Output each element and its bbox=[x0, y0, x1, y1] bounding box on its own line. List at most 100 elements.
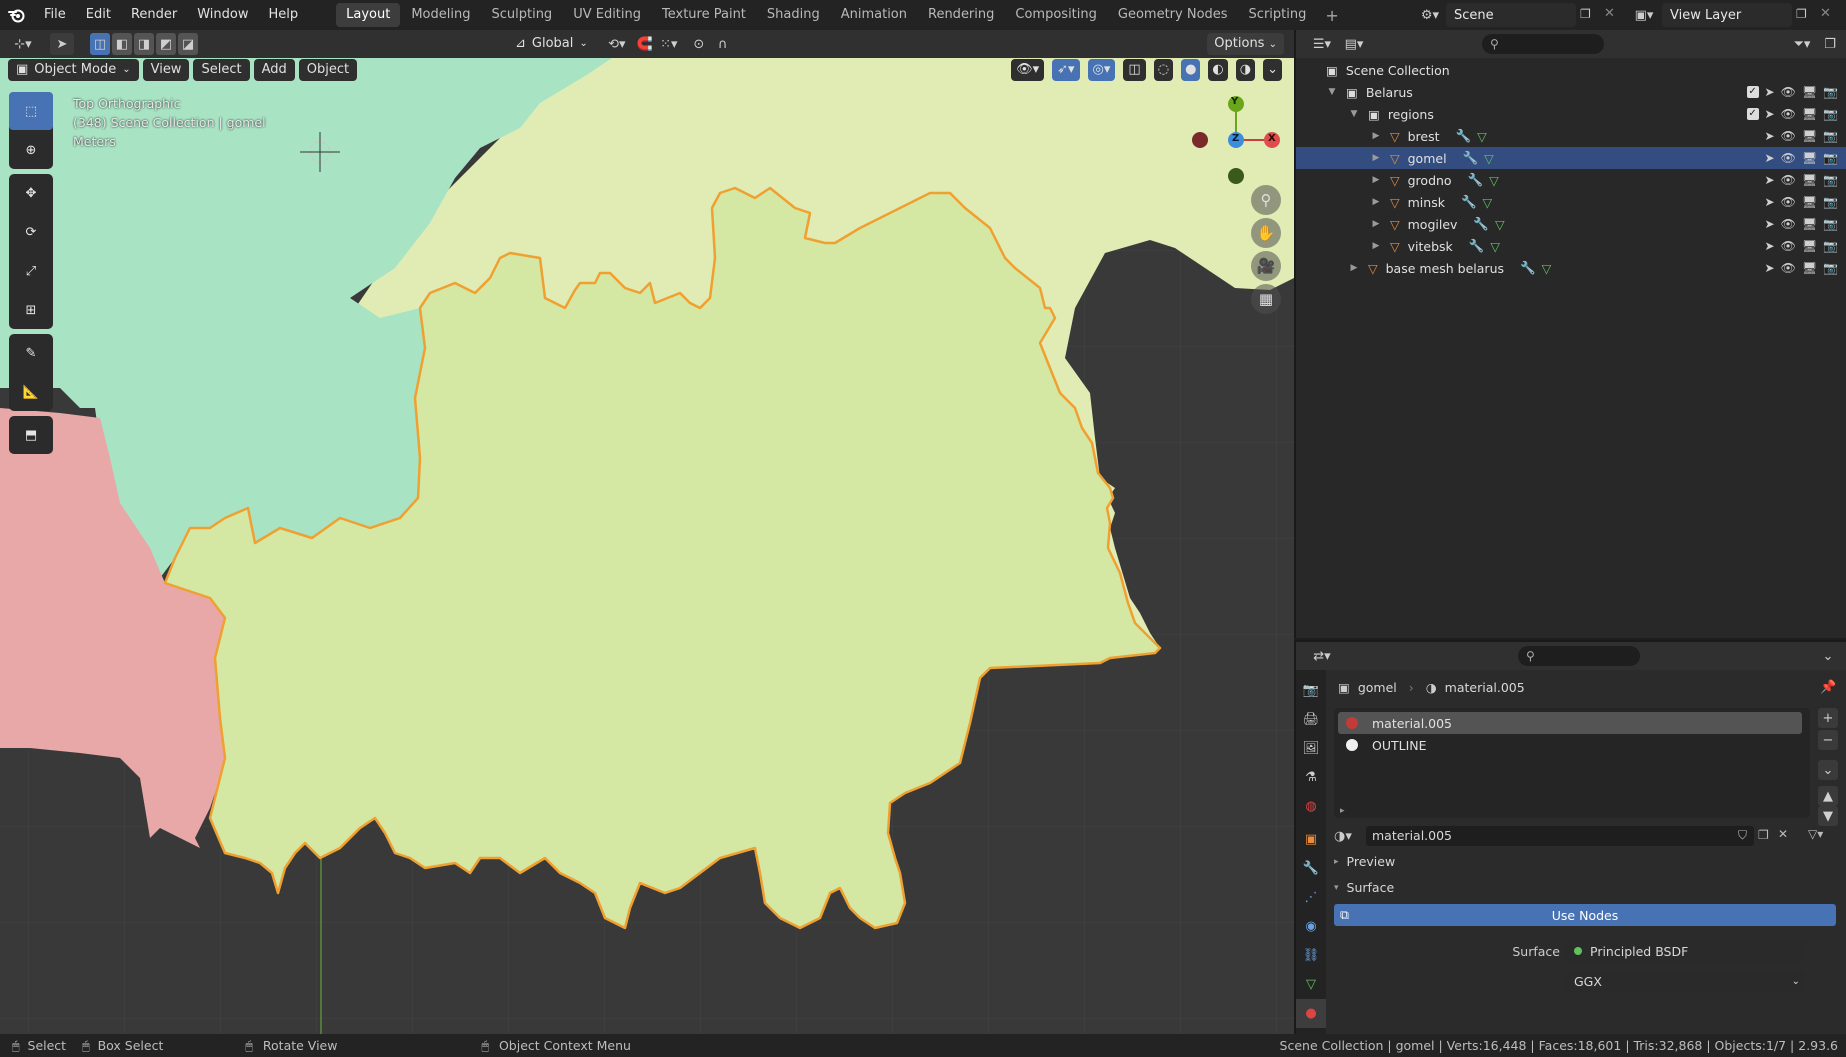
mesh-data-icon[interactable]: ▽ bbox=[1490, 239, 1500, 254]
mesh-data-icon[interactable]: ▽ bbox=[1477, 129, 1487, 144]
select-menu[interactable]: Select bbox=[193, 59, 250, 81]
eye-icon[interactable]: 👁 bbox=[1781, 85, 1796, 99]
constraints-tab-icon[interactable]: ⛓ bbox=[1296, 941, 1326, 970]
eye-icon[interactable]: 👁 bbox=[1781, 173, 1796, 187]
render-camera-icon[interactable]: 📷 bbox=[1823, 85, 1838, 99]
properties-search-input[interactable]: ⚲ bbox=[1518, 646, 1640, 666]
viewport-monitor-icon[interactable]: 🖥 bbox=[1802, 129, 1817, 143]
new-collection-icon[interactable]: ❐ bbox=[1818, 33, 1842, 55]
new-view-layer-icon[interactable]: ❐ bbox=[1796, 7, 1807, 21]
output-tab-icon[interactable]: 🖨 bbox=[1296, 705, 1326, 734]
viewport-monitor-icon[interactable]: 🖥 bbox=[1802, 173, 1817, 187]
collapsed-arrow-icon[interactable]: ▶ bbox=[1370, 153, 1382, 163]
camera-view-icon[interactable]: 🎥 bbox=[1251, 251, 1281, 281]
material-slot-0[interactable]: material.005 bbox=[1338, 712, 1802, 734]
surface-section[interactable]: ▾ Surface bbox=[1334, 880, 1394, 895]
modifier-tab-icon[interactable]: 🔧 bbox=[1296, 854, 1326, 883]
snap-toggle-icon[interactable]: 🧲 bbox=[633, 33, 657, 55]
outliner-row-Belarus[interactable]: ▼ ▣ Belarus ✓ ➤ 👁 🖥 📷 bbox=[1296, 81, 1846, 103]
selectable-arrow-icon[interactable]: ➤ bbox=[1765, 217, 1775, 231]
wireframe-shading-icon[interactable]: ◌ bbox=[1153, 59, 1174, 81]
outliner-row-scene-collection[interactable]: ▣ Scene Collection bbox=[1296, 59, 1846, 81]
scene-selector-icon[interactable]: ⚙▾ bbox=[1416, 5, 1444, 25]
tab-geometry-nodes[interactable]: Geometry Nodes bbox=[1108, 3, 1238, 27]
render-camera-icon[interactable]: 📷 bbox=[1823, 129, 1838, 143]
data-tab-icon[interactable]: ▽ bbox=[1296, 970, 1326, 999]
annotate-tool-icon[interactable]: ✎ bbox=[9, 334, 53, 372]
material-name-field[interactable]: material.005 bbox=[1366, 826, 1754, 846]
modifier-icon[interactable]: 🔧 bbox=[1461, 194, 1477, 210]
selectable-arrow-icon[interactable]: ➤ bbox=[1765, 261, 1775, 275]
object-menu[interactable]: Object bbox=[298, 59, 358, 81]
options-dropdown[interactable]: Options ⌄ bbox=[1207, 33, 1284, 55]
render-camera-icon[interactable]: 📷 bbox=[1823, 173, 1838, 187]
distribution-dropdown[interactable]: GGX ⌄ bbox=[1566, 970, 1806, 992]
modifier-icon[interactable]: 🔧 bbox=[1468, 172, 1484, 188]
add-workspace-icon[interactable]: + bbox=[1317, 6, 1346, 25]
tab-rendering[interactable]: Rendering bbox=[918, 3, 1004, 27]
modifier-icon[interactable]: 🔧 bbox=[1463, 150, 1479, 166]
object-tab-icon[interactable]: ▣ bbox=[1296, 825, 1326, 854]
scene-tab-icon[interactable]: ⚗ bbox=[1296, 763, 1326, 792]
mesh-data-icon[interactable]: ▽ bbox=[1483, 195, 1493, 210]
viewport-monitor-icon[interactable]: 🖥 bbox=[1802, 239, 1817, 253]
scene-field[interactable]: Scene bbox=[1446, 3, 1576, 27]
new-scene-icon[interactable]: ❐ bbox=[1580, 7, 1591, 21]
render-tab-icon[interactable]: 📷 bbox=[1296, 676, 1326, 705]
menu-help[interactable]: Help bbox=[259, 0, 309, 30]
collapsed-arrow-icon[interactable]: ▶ bbox=[1370, 219, 1382, 229]
menu-edit[interactable]: Edit bbox=[76, 0, 121, 30]
mode-dropdown[interactable]: ▣ Object Mode ⌄ bbox=[8, 59, 139, 81]
render-camera-icon[interactable]: 📷 bbox=[1823, 107, 1838, 121]
view-layer-field[interactable]: View Layer bbox=[1662, 3, 1792, 27]
viewport-monitor-icon[interactable]: 🖥 bbox=[1802, 217, 1817, 231]
tab-uv-editing[interactable]: UV Editing bbox=[563, 3, 651, 27]
outliner-row-grodno[interactable]: ▶ ▽ grodno 🔧 ▽ ➤ 👁 🖥 📷 bbox=[1296, 169, 1846, 191]
add-menu[interactable]: Add bbox=[253, 59, 295, 81]
fake-user-icon[interactable]: ⛉ bbox=[1738, 828, 1747, 843]
remove-view-layer-icon[interactable]: ✕ bbox=[1820, 6, 1831, 21]
blender-logo-icon[interactable] bbox=[0, 0, 34, 30]
shading-options-icon[interactable]: ⌄ bbox=[1263, 59, 1282, 81]
eye-icon[interactable]: 👁 bbox=[1781, 261, 1796, 275]
tab-shading[interactable]: Shading bbox=[757, 3, 830, 27]
tab-scripting[interactable]: Scripting bbox=[1239, 3, 1317, 27]
collapsed-arrow-icon[interactable]: ▶ bbox=[1348, 263, 1360, 273]
pan-hand-icon[interactable]: ✋ bbox=[1251, 218, 1281, 248]
outliner-editor-type-icon[interactable]: ☰▾ bbox=[1306, 33, 1338, 55]
material-slot-1[interactable]: OUTLINE bbox=[1338, 734, 1802, 756]
link-mode-icon[interactable]: ▽▾ bbox=[1808, 827, 1823, 841]
move-tool-icon[interactable]: ✥ bbox=[9, 174, 53, 212]
outliner-row-vitebsk[interactable]: ▶ ▽ vitebsk 🔧 ▽ ➤ 👁 🖥 📷 bbox=[1296, 235, 1846, 257]
physics-tab-icon[interactable]: ◉ bbox=[1296, 912, 1326, 941]
tab-sculpting[interactable]: Sculpting bbox=[481, 3, 562, 27]
modifier-icon[interactable]: 🔧 bbox=[1469, 238, 1485, 254]
view-layer-icon[interactable]: ▣▾ bbox=[1630, 5, 1658, 25]
mesh-data-icon[interactable]: ▽ bbox=[1495, 217, 1505, 232]
selectable-arrow-icon[interactable]: ➤ bbox=[1765, 195, 1775, 209]
material-shading-icon[interactable]: ◐ bbox=[1208, 59, 1228, 81]
render-camera-icon[interactable]: 📷 bbox=[1823, 195, 1838, 209]
perspective-grid-icon[interactable]: ▦ bbox=[1251, 284, 1281, 314]
xray-toggle-icon[interactable]: ◫ bbox=[1123, 59, 1146, 81]
exclude-checkbox[interactable]: ✓ bbox=[1746, 86, 1759, 98]
selectable-arrow-icon[interactable]: ➤ bbox=[1765, 85, 1775, 99]
pin-icon[interactable]: 📌 bbox=[1820, 680, 1836, 695]
gizmo-toggle-icon[interactable]: ➶▾ bbox=[1052, 59, 1080, 81]
render-camera-icon[interactable]: 📷 bbox=[1823, 239, 1838, 253]
transform-tool-icon[interactable]: ⊞ bbox=[9, 291, 53, 329]
scale-tool-icon[interactable]: ⤢ bbox=[9, 252, 53, 290]
modifier-icon[interactable]: 🔧 bbox=[1456, 128, 1472, 144]
outliner-search-input[interactable]: ⚲ bbox=[1482, 34, 1604, 54]
menu-render[interactable]: Render bbox=[121, 0, 187, 30]
expand-arrow-icon[interactable]: ▸ bbox=[1340, 806, 1345, 816]
overlay-toggle-icon[interactable]: ◎▾ bbox=[1087, 59, 1116, 81]
selectable-arrow-icon[interactable]: ➤ bbox=[1765, 239, 1775, 253]
expanded-arrow-icon[interactable]: ▼ bbox=[1348, 109, 1360, 119]
move-slot-down-icon[interactable]: ▼ bbox=[1818, 806, 1838, 826]
selectable-arrow-icon[interactable]: ➤ bbox=[1765, 173, 1775, 187]
collapsed-arrow-icon[interactable]: ▶ bbox=[1370, 197, 1382, 207]
duplicate-material-icon[interactable]: ❐ bbox=[1758, 828, 1769, 842]
select-box-icon[interactable]: ⬚ bbox=[9, 92, 53, 130]
outliner-row-regions[interactable]: ▼ ▣ regions ✓ ➤ 👁 🖥 📷 bbox=[1296, 103, 1846, 125]
